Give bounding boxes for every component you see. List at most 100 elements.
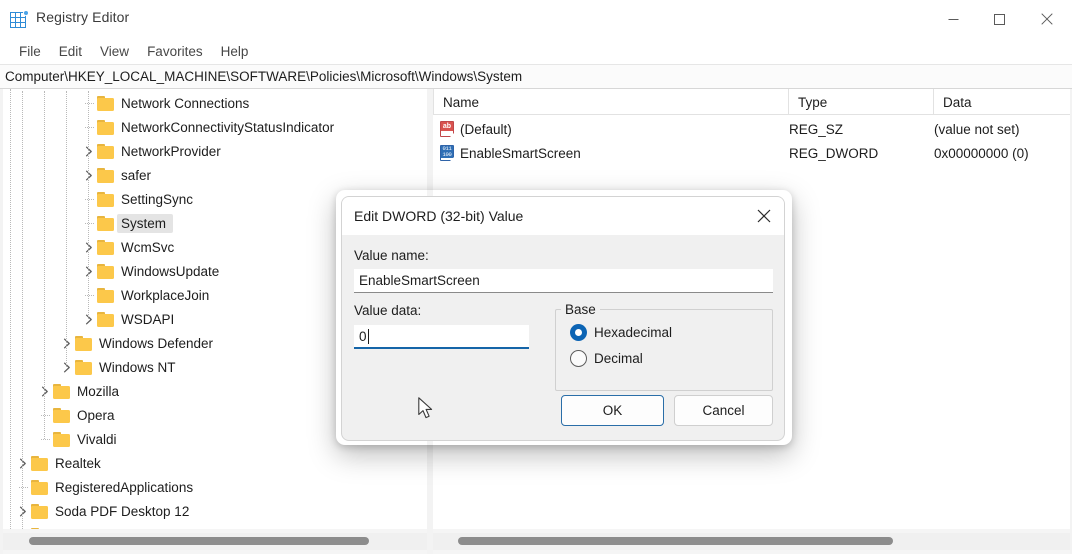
tree-guide [22, 91, 23, 529]
registry-editor-icon [10, 10, 28, 28]
close-icon[interactable] [742, 197, 785, 235]
tree-item-label: Mozilla [77, 384, 127, 399]
tree-horizontal-scrollbar[interactable] [3, 533, 427, 550]
column-header-data[interactable]: Data [933, 89, 1070, 115]
dialog-title: Edit DWORD (32-bit) Value [342, 208, 523, 224]
column-header-name[interactable]: Name [433, 89, 788, 115]
tree-item-label: WcmSvc [121, 240, 182, 255]
folder-icon [75, 360, 93, 375]
folder-icon [97, 144, 115, 159]
tree-item-label: WSDAPI [121, 312, 182, 327]
tree-item-networkprovider[interactable]: NetworkProvider [3, 139, 413, 163]
chevron-right-icon[interactable] [15, 499, 31, 523]
minimize-icon[interactable] [930, 0, 976, 38]
tree-item-label: Opera [77, 408, 123, 423]
value-data: (value not set) [934, 117, 1020, 141]
menu-edit[interactable]: Edit [50, 42, 91, 61]
tree-item-network-connections[interactable]: Network Connections [3, 91, 413, 115]
tree-item-safer[interactable]: safer [3, 163, 413, 187]
tree-item-label: Windows Defender [99, 336, 221, 351]
chevron-right-icon[interactable] [37, 379, 53, 403]
close-icon[interactable] [1022, 0, 1072, 38]
tree-item-label: NetworkProvider [121, 144, 229, 159]
scrollbar-thumb[interactable] [29, 537, 369, 545]
radio-indicator [570, 324, 587, 341]
folder-icon [97, 264, 115, 279]
radio-hexadecimal[interactable]: Hexadecimal [570, 324, 672, 341]
tree-connector [37, 427, 53, 451]
menu-view[interactable]: View [91, 42, 138, 61]
folder-icon [53, 432, 71, 447]
folder-icon [97, 312, 115, 327]
chevron-right-icon[interactable] [59, 331, 75, 355]
address-bar[interactable]: Computer\HKEY_LOCAL_MACHINE\SOFTWARE\Pol… [0, 64, 1072, 89]
value-name-input[interactable]: EnableSmartScreen [354, 269, 773, 293]
chevron-right-icon[interactable] [81, 307, 97, 331]
value-name-label: Value name: [354, 248, 429, 263]
value-type: REG_SZ [789, 117, 843, 141]
table-row[interactable]: 011100 EnableSmartScreen REG_DWORD 0x000… [433, 141, 1070, 165]
ok-button[interactable]: OK [561, 395, 664, 426]
value-type: REG_DWORD [789, 141, 878, 165]
title-bar: Registry Editor [0, 0, 1072, 38]
folder-icon [97, 240, 115, 255]
radio-label: Hexadecimal [594, 325, 672, 340]
chevron-right-icon[interactable] [15, 451, 31, 475]
scrollbar-thumb[interactable] [458, 537, 893, 545]
tree-item-label: Realtek [55, 456, 109, 471]
base-group-legend: Base [561, 302, 600, 317]
folder-icon [97, 216, 115, 231]
menu-help[interactable]: Help [212, 42, 258, 61]
tree-guide [66, 91, 67, 367]
window-controls [930, 0, 1072, 38]
maximize-icon[interactable] [976, 0, 1022, 38]
menu-file[interactable]: File [10, 42, 50, 61]
tree-item-label: SettingSync [121, 192, 201, 207]
folder-icon [53, 384, 71, 399]
radio-indicator [570, 350, 587, 367]
registry-editor-window: Registry Editor File Edit View Favorites… [0, 0, 1072, 554]
value-name: EnableSmartScreen [460, 146, 581, 161]
column-header-type[interactable]: Type [788, 89, 933, 115]
folder-icon [31, 480, 49, 495]
tree-item-registeredapplications[interactable]: RegisteredApplications [3, 475, 413, 499]
tree-guide [44, 91, 45, 439]
menu-favorites[interactable]: Favorites [138, 42, 212, 61]
chevron-right-icon[interactable] [81, 163, 97, 187]
tree-connector [37, 403, 53, 427]
tree-item-label: RegisteredApplications [55, 480, 201, 495]
folder-icon [97, 192, 115, 207]
folder-icon [97, 288, 115, 303]
tree-item-label: Soda PDF Desktop 12 [55, 504, 197, 519]
chevron-right-icon[interactable] [81, 259, 97, 283]
folder-icon [53, 408, 71, 423]
folder-icon [75, 336, 93, 351]
radio-label: Decimal [594, 351, 643, 366]
tree-item-label: safer [121, 168, 159, 183]
folder-icon [31, 504, 49, 519]
chevron-right-icon[interactable] [81, 235, 97, 259]
radio-decimal[interactable]: Decimal [570, 350, 643, 367]
values-horizontal-scrollbar[interactable] [433, 533, 1070, 550]
tree-item-soda-pdf-desktop-12[interactable]: Soda PDF Desktop 12 [3, 499, 413, 523]
table-row[interactable]: ab (Default) REG_SZ (value not set) [433, 117, 1070, 141]
window-title: Registry Editor [36, 9, 129, 25]
tree-item-label: Windows NT [99, 360, 184, 375]
tree-item-label: NetworkConnectivityStatusIndicator [121, 120, 342, 135]
tree-connector [81, 91, 97, 115]
tree-item-networkconnectivitystatusindicator[interactable]: NetworkConnectivityStatusIndicator [3, 115, 413, 139]
chevron-right-icon[interactable] [81, 139, 97, 163]
tree-item-label: WorkplaceJoin [121, 288, 217, 303]
chevron-right-icon[interactable] [59, 355, 75, 379]
registry-path: Computer\HKEY_LOCAL_MACHINE\SOFTWARE\Pol… [0, 69, 522, 84]
tree-guide [88, 91, 89, 319]
menu-bar: File Edit View Favorites Help [0, 38, 1072, 64]
string-value-icon: ab [439, 121, 455, 137]
tree-item-realtek[interactable]: Realtek [3, 451, 413, 475]
tree-item-label: Network Connections [121, 96, 257, 111]
value-name-input-text: EnableSmartScreen [359, 273, 480, 288]
tree-connector [81, 115, 97, 139]
value-data-input[interactable]: 0 [354, 325, 529, 349]
text-caret [368, 329, 369, 344]
cancel-button[interactable]: Cancel [674, 395, 773, 426]
